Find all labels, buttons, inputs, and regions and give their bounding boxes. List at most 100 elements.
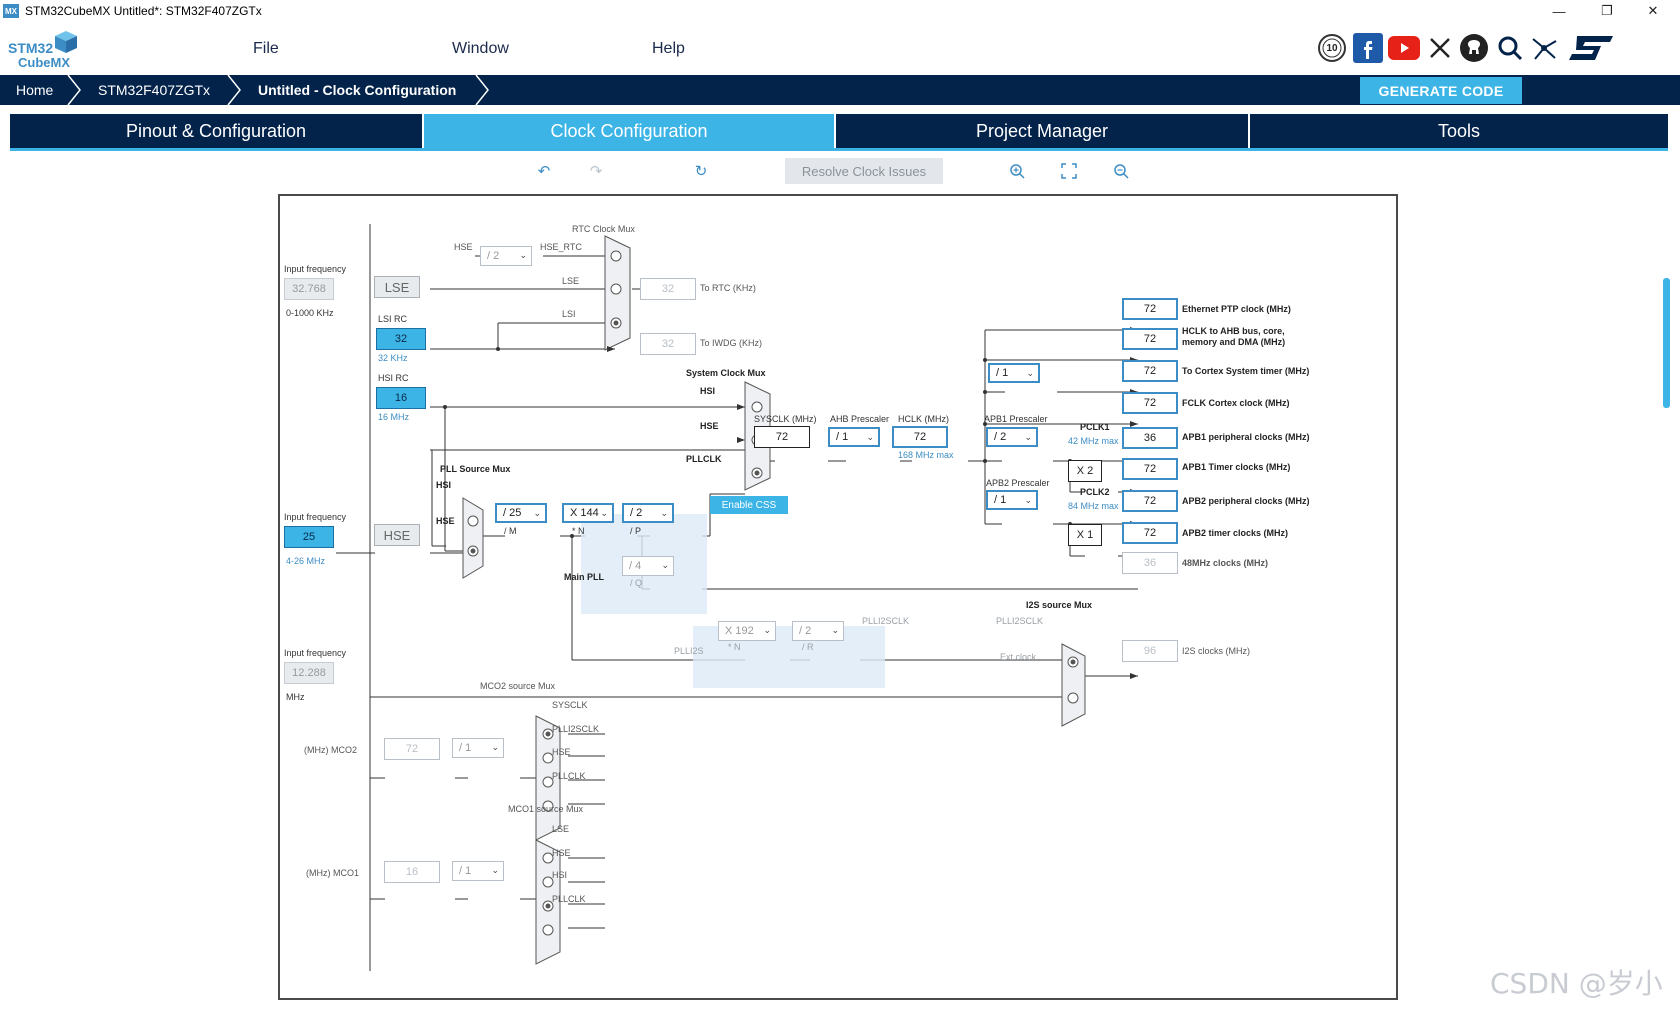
hclk-value[interactable]: 72 — [892, 426, 948, 448]
lse-range: 0-1000 KHz — [286, 308, 334, 318]
apb2-timer-label: APB2 timer clocks (MHz) — [1182, 528, 1289, 538]
stm32cubemx-logo: STM32 CubeMX — [8, 28, 80, 70]
pll-n-label: * N — [572, 526, 585, 536]
tab-project[interactable]: Project Manager — [836, 114, 1248, 148]
breadcrumb-page[interactable]: Untitled - Clock Configuration — [258, 75, 456, 105]
resolve-clock-issues-button[interactable]: Resolve Clock Issues — [785, 158, 943, 184]
apb1-prescaler-label: APB1 Prescaler — [984, 414, 1048, 424]
hsi-rc-label: HSI RC — [378, 373, 409, 383]
plli2s-r-divider[interactable]: / 2 ⌄ — [792, 621, 844, 641]
pll-mux-hse: HSE — [436, 516, 455, 526]
apb2-timer-value[interactable]: 72 — [1122, 522, 1178, 544]
chevron-down-icon: ⌄ — [533, 508, 541, 518]
enable-css-button[interactable]: Enable CSS — [710, 496, 788, 514]
hse-input-label: Input frequency — [284, 512, 347, 522]
anniversary-icon[interactable]: 10 — [1316, 32, 1348, 64]
youtube-icon[interactable] — [1388, 32, 1420, 64]
mco2-hse: HSE — [552, 747, 571, 757]
breadcrumb-home[interactable]: Home — [16, 75, 53, 105]
mco2-value: 72 — [384, 738, 440, 760]
plli2sclk-label: PLLI2SCLK — [862, 616, 910, 626]
hse-rtc-divider[interactable]: / 2 ⌄ — [480, 246, 532, 266]
plli2s-n-label: * N — [728, 642, 741, 652]
ext-clock-label: Ext.clock — [1000, 652, 1037, 662]
restore-icon[interactable]: ❐ — [1584, 0, 1630, 22]
chevron-down-icon: ⌄ — [660, 508, 668, 518]
sysclk-label: SYSCLK (MHz) — [754, 414, 817, 424]
chevron-right-icon — [475, 75, 489, 105]
redo-icon[interactable]: ↷ — [585, 161, 607, 181]
i2s-input-field[interactable]: 12.288 — [284, 662, 334, 684]
header: STM32 CubeMX File Window Help 10 — [0, 22, 1680, 75]
i2s-clock-value: 96 — [1122, 640, 1178, 662]
cortex-timer-divider[interactable]: / 1 ⌄ — [988, 363, 1040, 383]
github-icon[interactable] — [1458, 32, 1490, 64]
mco2-pllclk: PLLCLK — [552, 771, 586, 781]
st-logo-icon[interactable] — [1566, 32, 1616, 64]
mco2-sysclk: SYSCLK — [552, 700, 588, 710]
facebook-icon[interactable] — [1352, 32, 1384, 64]
pll-n-multiplier[interactable]: X 144 ⌄ — [562, 503, 614, 523]
apb1-peripheral-value[interactable]: 36 — [1122, 427, 1178, 449]
breadcrumb-device[interactable]: STM32F407ZGTx — [98, 75, 210, 105]
plli2s-r-label: / R — [802, 642, 814, 652]
iwdg-value: 32 — [640, 333, 696, 355]
logo-line1: STM32 — [8, 40, 54, 56]
fit-to-screen-icon[interactable] — [1058, 161, 1080, 181]
close-icon[interactable]: ✕ — [1630, 0, 1676, 22]
zoom-in-icon[interactable] — [1006, 161, 1028, 181]
hse-input-field[interactable]: 25 — [284, 526, 334, 548]
refresh-icon[interactable]: ↻ — [690, 161, 712, 181]
pclk2-label: PCLK2 — [1080, 487, 1110, 497]
lse-input-field[interactable]: 32.768 — [284, 278, 334, 300]
network-icon[interactable] — [1528, 32, 1560, 64]
mco2-divider[interactable]: / 1 ⌄ — [452, 738, 504, 758]
chevron-down-icon: ⌄ — [763, 625, 771, 635]
mco1-hsi: HSI — [552, 870, 568, 880]
search-community-icon[interactable] — [1494, 32, 1526, 64]
undo-icon[interactable]: ↶ — [533, 161, 555, 181]
tab-clock[interactable]: Clock Configuration — [424, 114, 834, 148]
plli2s-n-multiplier[interactable]: X 192 ⌄ — [718, 621, 776, 641]
cortex-timer-value[interactable]: 72 — [1122, 360, 1178, 382]
mco1-div-value: / 1 — [459, 865, 472, 877]
menu-help[interactable]: Help — [652, 40, 685, 58]
apb2-peripheral-value[interactable]: 72 — [1122, 490, 1178, 512]
apb1-peripheral-label: APB1 peripheral clocks (MHz) — [1182, 432, 1310, 442]
i2s-source-mux-label: I2S source Mux — [1026, 600, 1093, 610]
clock-tree-wires — [336, 224, 1138, 971]
hclk-ahb-value[interactable]: 72 — [1122, 328, 1178, 350]
apb1-timer-value[interactable]: 72 — [1122, 458, 1178, 480]
apb2-prescaler-label: APB2 Prescaler — [986, 478, 1050, 488]
lse-source: LSE — [374, 276, 420, 298]
clock-tree-canvas: Input frequency 32.768 0-1000 KHz LSE LS… — [278, 194, 1398, 1000]
generate-code-button[interactable]: GENERATE CODE — [1360, 77, 1522, 104]
scrollbar-thumb[interactable] — [1663, 278, 1670, 408]
zoom-out-icon[interactable] — [1110, 161, 1132, 181]
apb1-prescaler[interactable]: / 2 ⌄ — [986, 427, 1038, 447]
chevron-down-icon: ⌄ — [600, 508, 608, 518]
hse-source: HSE — [374, 524, 420, 546]
menu-file[interactable]: File — [253, 40, 279, 58]
ahb-prescaler[interactable]: / 1 ⌄ — [828, 427, 880, 447]
title-bar: MX STM32CubeMX Untitled*: STM32F407ZGTx … — [0, 0, 1680, 22]
minimize-icon[interactable]: — — [1536, 0, 1582, 22]
x-icon[interactable] — [1424, 32, 1456, 64]
mco1-mux-label: MCO1 source Mux — [508, 804, 584, 814]
i2s-unit: MHz — [286, 692, 305, 702]
mco1-divider[interactable]: / 1 ⌄ — [452, 861, 504, 881]
tab-pinout[interactable]: Pinout & Configuration — [10, 114, 422, 148]
mco1-pllclk: PLLCLK — [552, 894, 586, 904]
ethernet-ptp-value[interactable]: 72 — [1122, 298, 1178, 320]
menu-window[interactable]: Window — [452, 40, 509, 58]
fclk-value[interactable]: 72 — [1122, 392, 1178, 414]
hclk-label: HCLK (MHz) — [898, 414, 949, 424]
tab-tools[interactable]: Tools — [1250, 114, 1668, 148]
rtc-value: 32 — [640, 278, 696, 300]
chevron-down-icon: ⌄ — [1024, 495, 1032, 505]
i2s-mux-plli2sclk: PLLI2SCLK — [996, 616, 1044, 626]
pll-q-divider[interactable]: / 4 ⌄ — [622, 556, 674, 576]
apb2-prescaler[interactable]: / 1 ⌄ — [986, 490, 1038, 510]
pll-m-divider[interactable]: / 25 ⌄ — [495, 503, 547, 523]
pll-p-divider[interactable]: / 2 ⌄ — [622, 503, 674, 523]
